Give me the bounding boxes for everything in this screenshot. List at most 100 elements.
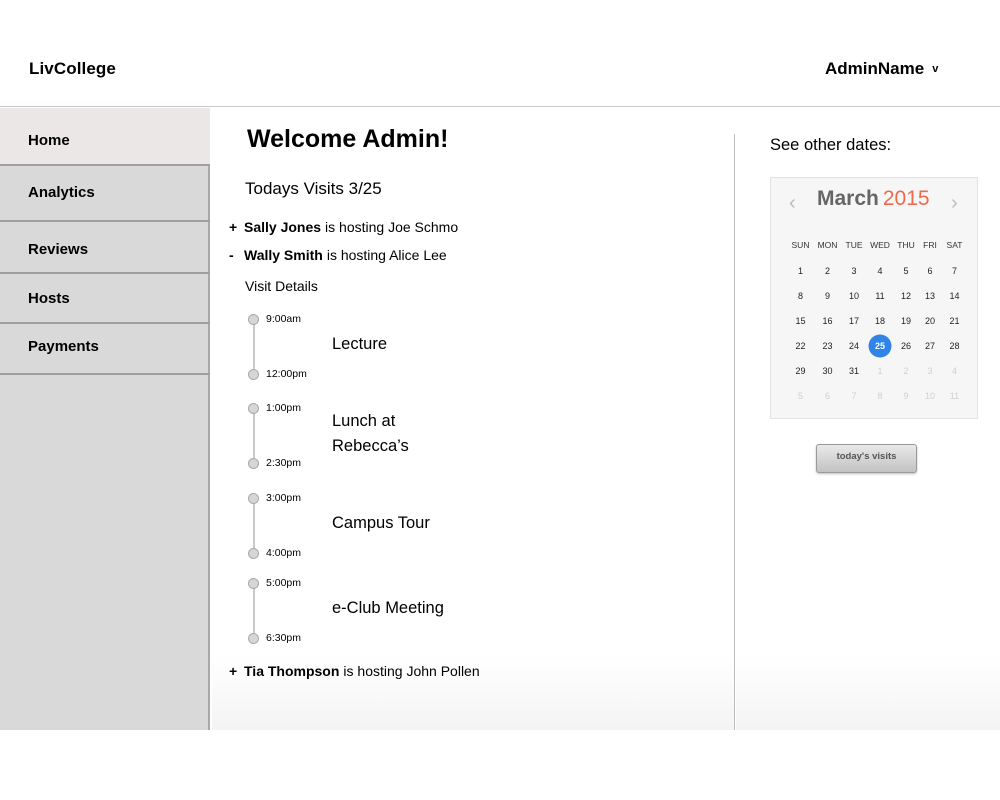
calendar-week-row: 5 6 7 8 9 10 11 (787, 383, 967, 408)
end-time: 4:00pm (266, 547, 302, 559)
calendar-day[interactable]: 4 (867, 266, 893, 276)
calendar-day[interactable]: 3 (919, 366, 941, 376)
calendar-day[interactable]: 21 (941, 316, 968, 326)
expand-toggle-icon[interactable]: + (229, 663, 244, 679)
chevron-left-icon[interactable]: ‹ (789, 192, 796, 215)
user-name[interactable]: AdminName (825, 59, 924, 79)
calendar-day[interactable]: 11 (941, 391, 968, 401)
timeline-end-dot[interactable] (248, 633, 259, 644)
calendar-day[interactable]: 2 (814, 266, 841, 276)
calendar-day-number: 9 (824, 290, 830, 301)
timeline-end-dot[interactable] (248, 369, 259, 380)
calendar-day[interactable]: 28 (941, 341, 968, 351)
calendar-grid: SUN MON TUE WED THU FRI SAT 1 2 3 4 5 6 7 8 9 10 1… (787, 240, 967, 408)
calendar-day[interactable]: 10 (841, 291, 867, 301)
calendar-day[interactable]: 22 (787, 341, 814, 351)
calendar-day[interactable]: 5 (893, 266, 919, 276)
collapse-toggle-icon[interactable]: - (229, 247, 244, 263)
timeline-end-dot[interactable] (248, 458, 259, 469)
todays-visits-button[interactable]: today's visits (816, 444, 917, 473)
calendar-day[interactable]: 2 (893, 366, 919, 376)
weekday-label: TUE (845, 240, 863, 250)
visit-row[interactable]: + Sally Jones is hosting Joe Schmo (229, 219, 458, 235)
calendar-day-number: 21 (949, 315, 960, 326)
calendar-day[interactable]: 1 (787, 266, 814, 276)
calendar-day[interactable]: 14 (941, 291, 968, 301)
calendar-week-row: 8 9 10 11 12 13 14 (787, 283, 967, 308)
timeline-line (253, 409, 255, 464)
visit-details-label: Visit Details (245, 278, 318, 294)
calendar-day[interactable]: 9 (814, 291, 841, 301)
timeline-start-dot[interactable] (248, 493, 259, 504)
timeline-start-dot[interactable] (248, 403, 259, 414)
timeline-start-dot[interactable] (248, 578, 259, 589)
calendar-day[interactable]: 11 (867, 291, 893, 301)
see-other-dates-label: See other dates: (770, 136, 892, 154)
weekday-label: FRI (923, 240, 937, 250)
sidebar-item-payments[interactable]: Payments (0, 324, 210, 375)
sidebar-item-home[interactable]: Home (0, 108, 210, 166)
calendar-day-number: 3 (851, 265, 857, 276)
calendar-day[interactable]: 19 (893, 316, 919, 326)
timeline-start-dot[interactable] (248, 314, 259, 325)
calendar-day[interactable]: 4 (941, 366, 968, 376)
calendar-day-number: 5 (903, 265, 909, 276)
calendar-day[interactable]: 10 (919, 391, 941, 401)
calendar-day[interactable]: 24 (841, 341, 867, 351)
calendar-month: March (817, 187, 879, 210)
expand-toggle-icon[interactable]: + (229, 219, 244, 235)
calendar-day-number: 14 (949, 290, 960, 301)
calendar-day[interactable]: 8 (867, 391, 893, 401)
host-name: Sally Jones (244, 219, 322, 235)
calendar-day-number: 30 (822, 365, 833, 376)
visit-row[interactable]: - Wally Smith is hosting Alice Lee (229, 247, 447, 263)
weekday-label: SUN (791, 240, 810, 250)
calendar-day[interactable]: 5 (787, 391, 814, 401)
sidebar-item-reviews[interactable]: Reviews (0, 222, 210, 274)
calendar-day[interactable]: 29 (787, 366, 814, 376)
calendar-day[interactable]: 8 (787, 291, 814, 301)
calendar-day[interactable]: 23 (814, 341, 841, 351)
calendar-day-number: 12 (900, 290, 911, 301)
calendar-day[interactable]: 12 (893, 291, 919, 301)
top-header: LivCollege AdminName v (0, 0, 1000, 107)
calendar-day[interactable]: 9 (893, 391, 919, 401)
chevron-down-icon[interactable]: v (932, 63, 938, 75)
calendar-day[interactable]: 27 (919, 341, 941, 351)
calendar-day[interactable]: 6 (919, 266, 941, 276)
calendar-day[interactable]: 16 (814, 316, 841, 326)
calendar-day-number: 1 (797, 265, 803, 276)
user-menu[interactable]: AdminName v (825, 59, 938, 79)
calendar-day[interactable]: 26 (893, 341, 919, 351)
calendar-day[interactable]: 20 (919, 316, 941, 326)
calendar-day[interactable]: 7 (941, 266, 968, 276)
calendar-day-number: 6 (824, 390, 830, 401)
sidebar-item-analytics[interactable]: Analytics (0, 166, 210, 222)
calendar-day[interactable]: 1 (867, 366, 893, 376)
visit-row[interactable]: + Tia Thompson is hosting John Pollen (229, 663, 480, 679)
calendar-day[interactable]: 31 (841, 366, 867, 376)
vertical-divider (734, 134, 735, 730)
brand-logo-text[interactable]: LivCollege (29, 59, 116, 79)
chevron-right-icon[interactable]: › (951, 192, 958, 215)
sidebar: Home Analytics Reviews Hosts Payments (0, 108, 210, 730)
calendar-day-number: 4 (951, 365, 957, 376)
start-time: 9:00am (266, 313, 302, 325)
calendar-day-number: 13 (924, 290, 935, 301)
calendar-day[interactable]: 30 (814, 366, 841, 376)
calendar-day[interactable]: 7 (841, 391, 867, 401)
calendar-day[interactable]: 17 (841, 316, 867, 326)
sidebar-item-label: Home (28, 132, 70, 149)
calendar-year: 2015 (882, 187, 930, 210)
calendar-day[interactable]: 3 (841, 266, 867, 276)
sidebar-item-hosts[interactable]: Hosts (0, 274, 210, 324)
calendar-day[interactable]: 6 (814, 391, 841, 401)
calendar-day-number: 18 (874, 315, 885, 326)
end-time: 2:30pm (266, 457, 302, 469)
start-time: 1:00pm (266, 402, 302, 414)
calendar-day-selected[interactable]: 25 (867, 341, 893, 351)
calendar-day[interactable]: 18 (867, 316, 893, 326)
calendar-day[interactable]: 15 (787, 316, 814, 326)
timeline-end-dot[interactable] (248, 548, 259, 559)
calendar-day[interactable]: 13 (919, 291, 941, 301)
